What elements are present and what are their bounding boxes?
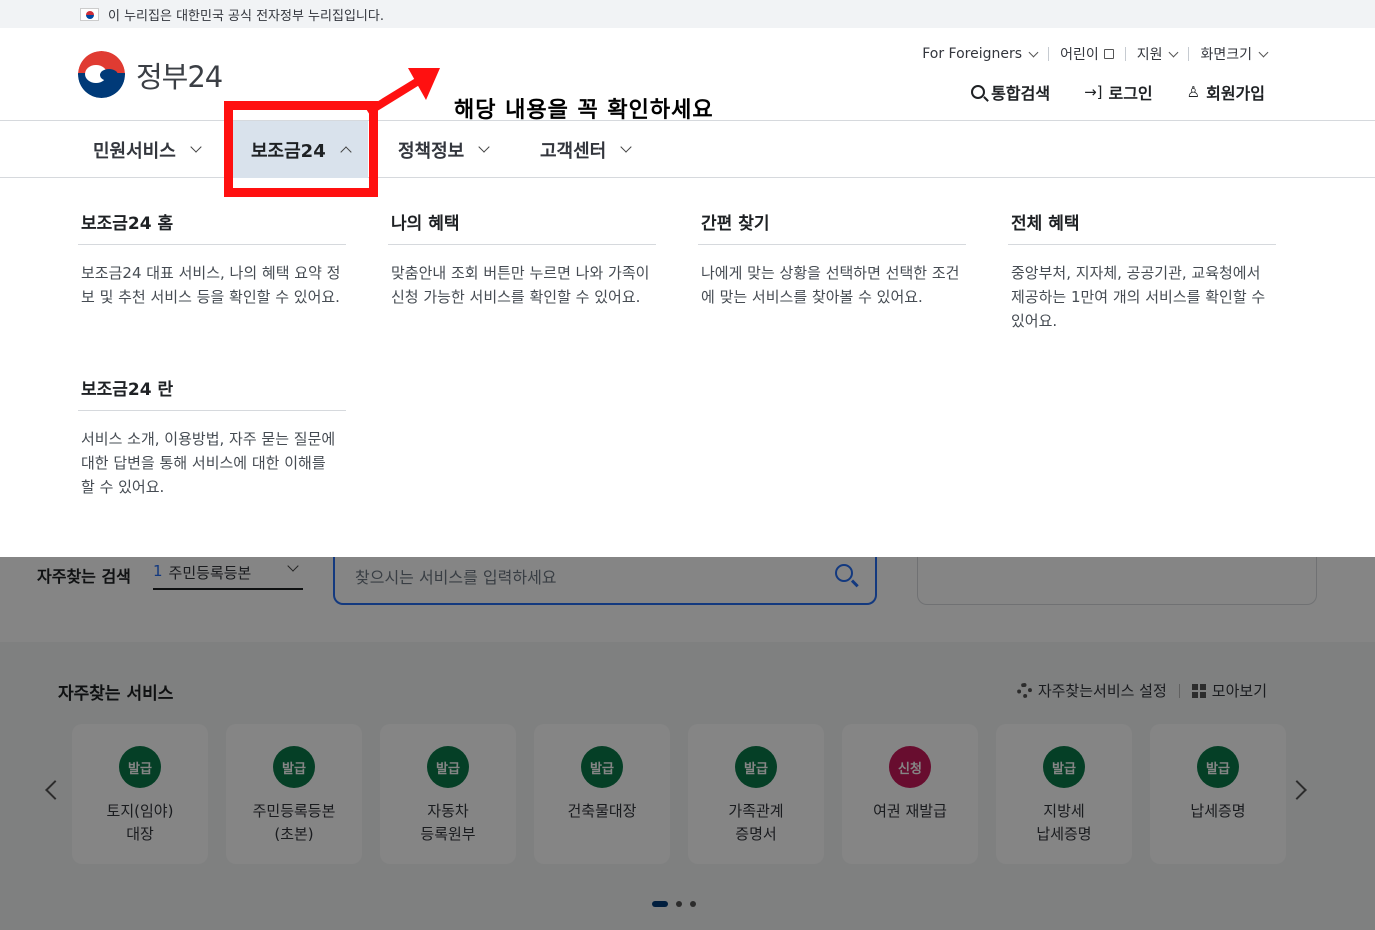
mega-col-title[interactable]: 전체 혜택 xyxy=(1008,209,1276,245)
search-icon xyxy=(971,85,986,99)
font-size-label: 화면크기 xyxy=(1200,47,1252,63)
nav-item-label: 정책정보 xyxy=(398,140,465,162)
taegeuk-logo-icon xyxy=(78,51,125,98)
mega-col-desc: 나에게 맞는 상황을 선택하면 선택한 조건에 맞는 서비스를 찾아볼 수 있어… xyxy=(701,264,960,306)
mega-col-about[interactable]: 보조금24 란 서비스 소개, 이용방법, 자주 묻는 질문에 대한 답변을 통… xyxy=(78,375,346,499)
korea-flag-icon xyxy=(80,7,99,21)
nav-item-customer-center[interactable]: 고객센터 xyxy=(540,121,632,178)
font-size-menu[interactable]: 화면크기 xyxy=(1200,44,1269,64)
logo-text: 정부24 xyxy=(136,59,223,94)
nav-item-label: 고객센터 xyxy=(540,140,607,162)
utility-menu: For Foreigners 어린이 지원 화면크기 xyxy=(922,44,1269,64)
annotation-arrow-icon xyxy=(365,68,440,116)
subsidy24-mega-menu: 보조금24 홈 보조금24 대표 서비스, 나의 혜택 요약 정보 및 추천 서… xyxy=(0,178,1375,557)
nav-item-policy-info[interactable]: 정책정보 xyxy=(398,121,490,178)
support-menu[interactable]: 지원 xyxy=(1136,44,1179,64)
mega-col-all-benefits[interactable]: 전체 혜택 중앙부처, 지자체, 공공기관, 교육청에서 제공하는 1만여 개의… xyxy=(1008,209,1276,333)
mega-col-easy-search[interactable]: 간편 찾기 나에게 맞는 상황을 선택하면 선택한 조건에 맞는 서비스를 찾아… xyxy=(698,209,966,309)
site-header: 정부24 For Foreigners 어린이 지원 화면크기 통합검색 →] xyxy=(0,28,1375,123)
signup-label: 회원가입 xyxy=(1206,84,1265,103)
mega-col-title[interactable]: 보조금24 란 xyxy=(78,375,346,411)
nav-item-civil-services[interactable]: 민원서비스 xyxy=(93,121,202,178)
header-actions: 통합검색 →] 로그인 ♙ 회원가입 xyxy=(971,80,1265,104)
mega-col-desc: 맞춤안내 조회 버튼만 누르면 나와 가족이 신청 가능한 서비스를 확인할 수… xyxy=(391,264,650,306)
login-label: 로그인 xyxy=(1108,84,1153,103)
mega-col-home[interactable]: 보조금24 홈 보조금24 대표 서비스, 나의 혜택 요약 정보 및 추천 서… xyxy=(78,209,346,309)
mega-col-title[interactable]: 간편 찾기 xyxy=(698,209,966,245)
login-button[interactable]: →] 로그인 xyxy=(1084,80,1153,104)
nav-item-label: 민원서비스 xyxy=(93,140,176,162)
annotation-highlight-box xyxy=(224,101,378,197)
kids-label: 어린이 xyxy=(1060,47,1099,63)
mega-col-my-benefits[interactable]: 나의 혜택 맞춤안내 조회 버튼만 누르면 나와 가족이 신청 가능한 서비스를… xyxy=(388,209,656,309)
dim-overlay xyxy=(0,557,1375,930)
integrated-search-label: 통합검색 xyxy=(991,84,1051,103)
kids-link[interactable]: 어린이 xyxy=(1060,44,1114,64)
annotation-text: 해당 내용을 꼭 확인하세요 xyxy=(454,98,714,123)
for-foreigners-menu[interactable]: For Foreigners xyxy=(922,46,1039,62)
chevron-down-icon xyxy=(1258,47,1269,57)
login-icon: →] xyxy=(1084,83,1103,101)
chevron-down-icon xyxy=(1169,47,1179,57)
chevron-down-icon xyxy=(478,141,490,153)
support-label: 지원 xyxy=(1136,47,1163,63)
mega-col-desc: 서비스 소개, 이용방법, 자주 묻는 질문에 대한 답변을 통해 서비스에 대… xyxy=(81,430,336,496)
for-foreigners-label: For Foreigners xyxy=(922,46,1023,62)
chevron-down-icon xyxy=(620,141,632,153)
main-nav: 민원서비스 보조금24 정책정보 고객센터 xyxy=(0,121,1375,178)
gov-banner: 이 누리집은 대한민국 공식 전자정부 누리집입니다. xyxy=(0,0,1375,28)
chevron-down-icon xyxy=(190,141,202,153)
external-link-icon xyxy=(1103,49,1114,59)
mega-col-title[interactable]: 나의 혜택 xyxy=(388,209,656,245)
gov-banner-text: 이 누리집은 대한민국 공식 전자정부 누리집입니다. xyxy=(108,8,384,24)
mega-col-desc: 중앙부처, 지자체, 공공기관, 교육청에서 제공하는 1만여 개의 서비스를 … xyxy=(1011,264,1266,330)
integrated-search-button[interactable]: 통합검색 xyxy=(971,80,1050,104)
chevron-down-icon xyxy=(1028,47,1039,57)
signup-button[interactable]: ♙ 회원가입 xyxy=(1187,80,1265,104)
mega-col-title[interactable]: 보조금24 홈 xyxy=(78,209,346,245)
user-add-icon: ♙ xyxy=(1186,83,1201,101)
mega-col-desc: 보조금24 대표 서비스, 나의 혜택 요약 정보 및 추천 서비스 등을 확인… xyxy=(81,264,341,306)
logo[interactable]: 정부24 xyxy=(78,51,223,98)
